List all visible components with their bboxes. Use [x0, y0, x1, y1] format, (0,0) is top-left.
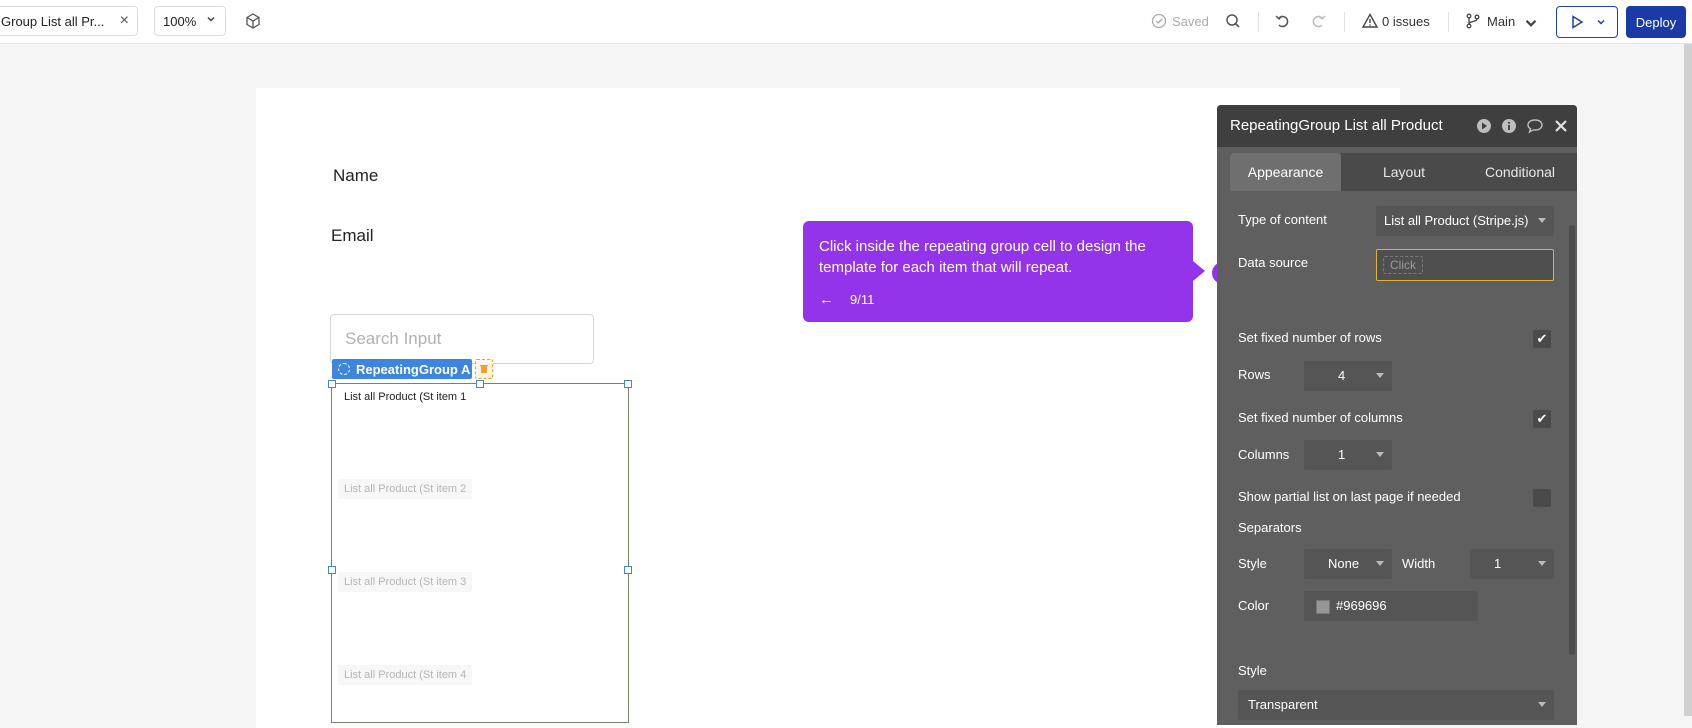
- resize-handle[interactable]: [328, 566, 336, 574]
- close-icon[interactable]: [1553, 118, 1569, 134]
- close-icon[interactable]: ×: [120, 12, 129, 30]
- fixed-rows-label: Set fixed number of rows: [1238, 330, 1382, 345]
- email-text[interactable]: Email: [331, 226, 374, 246]
- type-of-content-value: List all Product (Stripe.js): [1384, 213, 1529, 228]
- fixed-rows-checkbox[interactable]: ✔: [1533, 330, 1551, 348]
- type-of-content-dropdown[interactable]: List all Product (Stripe.js): [1376, 206, 1554, 236]
- branch-icon[interactable]: [1464, 12, 1482, 30]
- separator-style-value: None: [1328, 556, 1360, 571]
- chevron-down-icon: [1597, 19, 1605, 25]
- zoom-select[interactable]: 100%: [154, 6, 226, 36]
- separator-width-label: Width: [1402, 556, 1436, 571]
- rows-value: 4: [1338, 368, 1346, 383]
- tooltip-nav: ← 9/11: [819, 291, 874, 308]
- partial-list-checkbox[interactable]: [1533, 489, 1551, 507]
- divider: [1344, 12, 1345, 32]
- chevron-down-icon[interactable]: [1522, 14, 1540, 32]
- rows-label: Rows: [1238, 367, 1271, 382]
- caret-down-icon: [1376, 373, 1384, 378]
- rows-dropdown[interactable]: 4: [1304, 361, 1392, 391]
- separator-color-field[interactable]: #969696: [1304, 591, 1478, 621]
- top-toolbar: Group List all Pr... × 100% Saved 0 issu…: [0, 0, 1692, 44]
- resize-handle[interactable]: [624, 566, 632, 574]
- page-scrollbar[interactable]: [1684, 44, 1692, 716]
- separator-width-value: 1: [1494, 556, 1502, 571]
- property-editor: RepeatingGroup List all Product Appearan…: [1217, 105, 1577, 725]
- data-source-label: Data source: [1238, 255, 1309, 270]
- search-icon[interactable]: [1224, 12, 1242, 30]
- page-tab-label: Group List all Pr...: [1, 13, 105, 29]
- resize-handle[interactable]: [624, 380, 632, 388]
- repeating-group-cell[interactable]: List all Product (St item 3: [338, 572, 473, 592]
- arrow-left-icon[interactable]: ←: [819, 291, 834, 308]
- separator-color-label: Color: [1238, 598, 1270, 613]
- data-source-placeholder[interactable]: Click: [1383, 256, 1423, 274]
- type-of-content-label: Type of content: [1238, 212, 1327, 227]
- resize-handle[interactable]: [476, 380, 484, 388]
- separator-color-value: #969696: [1336, 598, 1387, 613]
- play-circle-icon[interactable]: [1476, 118, 1492, 134]
- redo-icon[interactable]: [1309, 12, 1327, 30]
- divider: [1258, 12, 1259, 32]
- tooltip-pointer: [1193, 261, 1205, 281]
- repeating-group-cell[interactable]: List all Product (St item 2: [338, 479, 473, 499]
- comment-icon[interactable]: [1526, 118, 1544, 134]
- name-text[interactable]: Name: [333, 166, 378, 186]
- property-editor-title: RepeatingGroup List all Product: [1230, 117, 1443, 134]
- resize-handle[interactable]: [328, 380, 336, 388]
- warning-icon[interactable]: [1361, 12, 1379, 30]
- separator-style-label: Style: [1238, 556, 1267, 571]
- tooltip-message: Click inside the repeating group cell to…: [819, 238, 1146, 276]
- info-icon[interactable]: [1501, 118, 1517, 134]
- chevron-down-icon: [207, 16, 215, 22]
- caret-down-icon: [1538, 218, 1546, 223]
- columns-value: 1: [1338, 447, 1346, 462]
- property-tabs: Appearance Layout Conditional: [1230, 153, 1577, 191]
- tooltip-step: 9/11: [850, 292, 875, 307]
- page-tab[interactable]: Group List all Pr... ×: [0, 6, 138, 36]
- issues-count[interactable]: 0 issues: [1382, 14, 1430, 29]
- repeating-group[interactable]: List all Product (St item 1 List all Pro…: [328, 380, 632, 723]
- separator-style-dropdown[interactable]: None: [1304, 549, 1392, 579]
- tab-layout[interactable]: Layout: [1354, 153, 1454, 191]
- fixed-columns-checkbox[interactable]: ✔: [1533, 410, 1551, 428]
- trash-icon[interactable]: [475, 359, 493, 379]
- style-label: Style: [1238, 663, 1267, 678]
- caret-down-icon: [1376, 561, 1384, 566]
- columns-dropdown[interactable]: 1: [1304, 440, 1392, 470]
- panel-scrollbar[interactable]: [1569, 225, 1575, 655]
- undo-icon[interactable]: [1274, 12, 1292, 30]
- preview-button[interactable]: [1556, 6, 1618, 38]
- separators-label: Separators: [1238, 520, 1302, 535]
- fixed-columns-label: Set fixed number of columns: [1238, 410, 1403, 425]
- caret-down-icon: [1538, 561, 1546, 566]
- caret-down-icon: [1376, 452, 1384, 457]
- repeating-group-cell[interactable]: List all Product (St item 4: [338, 665, 473, 685]
- separator-width-dropdown[interactable]: 1: [1470, 549, 1554, 579]
- data-source-field[interactable]: Click: [1376, 249, 1554, 281]
- cube-icon[interactable]: [244, 12, 262, 30]
- saved-status: Saved: [1172, 14, 1209, 29]
- style-value: Transparent: [1248, 697, 1318, 712]
- partial-list-label: Show partial list on last page if needed: [1238, 489, 1461, 504]
- repeating-group-icon: [338, 363, 350, 375]
- zoom-value: 100%: [163, 13, 197, 29]
- play-icon: [1572, 15, 1584, 29]
- repeating-group-tag[interactable]: RepeatingGroup A: [332, 359, 472, 379]
- tab-appearance[interactable]: Appearance: [1230, 153, 1341, 191]
- search-input[interactable]: [330, 314, 594, 364]
- repeating-group-cell[interactable]: List all Product (St item 1: [338, 387, 473, 407]
- branch-label[interactable]: Main: [1487, 14, 1515, 29]
- divider: [1448, 12, 1449, 32]
- repeating-group-tag-label: RepeatingGroup A: [356, 361, 471, 377]
- check-circle-icon: [1151, 13, 1167, 29]
- columns-label: Columns: [1238, 447, 1290, 462]
- tutorial-tooltip: Click inside the repeating group cell to…: [803, 221, 1193, 322]
- tab-conditional[interactable]: Conditional: [1462, 153, 1577, 191]
- deploy-button[interactable]: Deploy: [1626, 6, 1686, 38]
- color-swatch[interactable]: [1316, 600, 1330, 614]
- property-editor-header: RepeatingGroup List all Product: [1217, 105, 1577, 147]
- caret-down-icon: [1538, 702, 1546, 707]
